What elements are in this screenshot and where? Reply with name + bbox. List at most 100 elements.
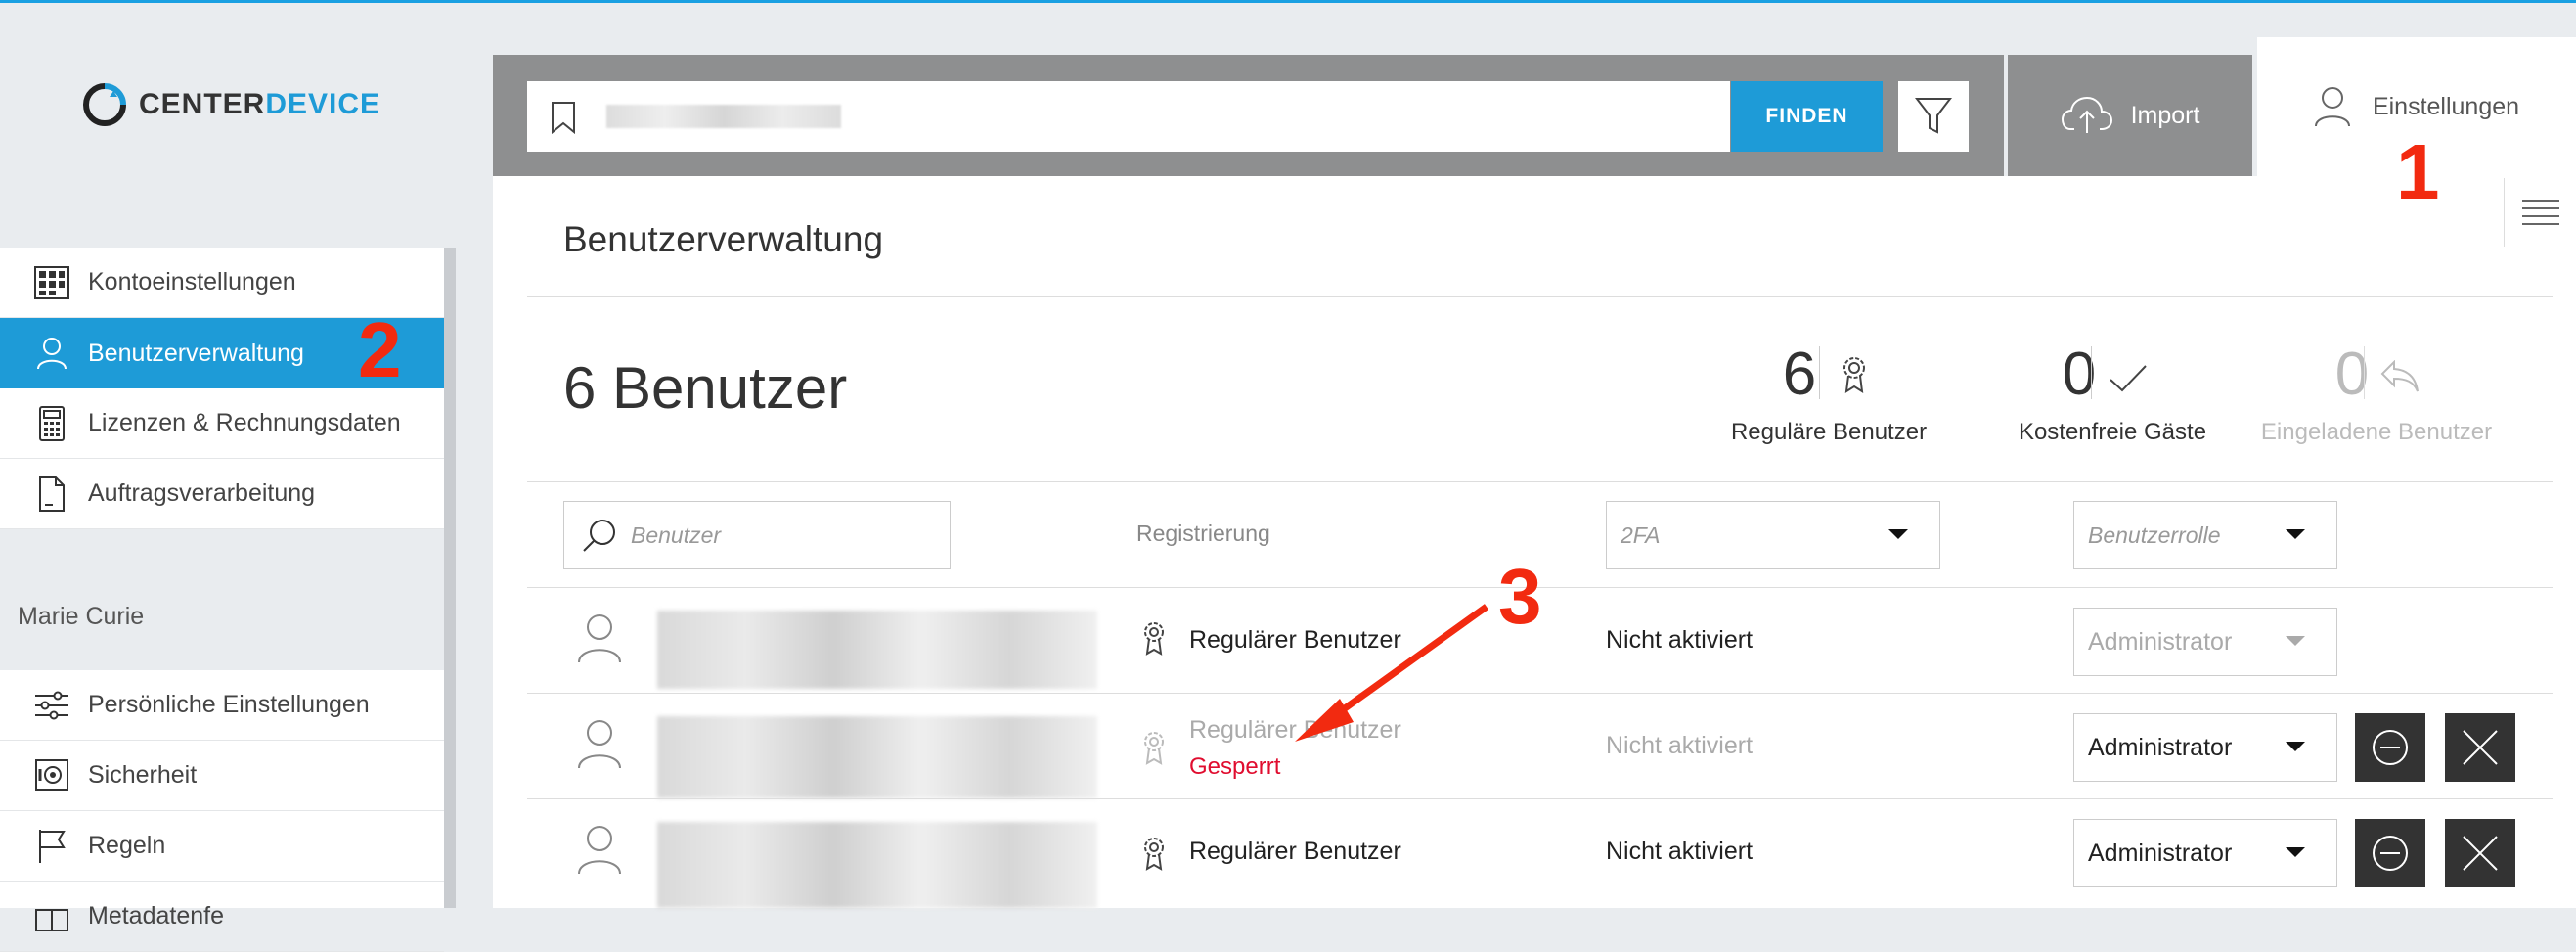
annotation-arrow	[1295, 604, 1489, 742]
role-value: Administrator	[2088, 733, 2233, 761]
search-icon	[582, 518, 617, 553]
chevron-down-icon	[2286, 636, 2305, 646]
calculator-icon	[33, 405, 70, 442]
role-value: Administrator	[2088, 839, 2233, 867]
lock-user-button[interactable]	[2355, 819, 2425, 887]
logo-text: CENTERDEVICE	[139, 88, 381, 120]
divider	[527, 296, 2553, 297]
sidebar-item-label: Lizenzen & Rechnungsdaten	[88, 409, 401, 436]
chevron-down-icon	[1888, 529, 1908, 539]
sidebar-item-label: Regeln	[88, 832, 166, 859]
filter-button[interactable]	[1898, 81, 1969, 152]
user-count-title: 6 Benutzer	[563, 355, 848, 421]
annotation-1: 1	[2396, 128, 2440, 215]
close-icon	[2461, 834, 2500, 873]
close-icon	[2461, 728, 2500, 767]
twofa-status: Nicht aktiviert	[1606, 732, 1754, 759]
delete-user-button[interactable]	[2445, 713, 2515, 782]
avatar	[577, 612, 622, 663]
import-label: Import	[2130, 101, 2200, 129]
user-name-redacted	[657, 822, 1097, 908]
annotation-3: 3	[1498, 553, 1542, 640]
award-icon	[1140, 836, 1168, 871]
user-name-redacted	[657, 611, 1097, 689]
chevron-down-icon	[2286, 847, 2305, 857]
sidebar-user-name: Marie Curie	[18, 603, 145, 630]
stat-value: 0	[2334, 340, 2370, 408]
sidebar-item-auftragsverarbeitung[interactable]: Auftragsverarbeitung	[0, 459, 444, 529]
twofa-filter-select[interactable]: 2FA	[1606, 501, 1940, 569]
find-button[interactable]: FINDEN	[1731, 81, 1883, 152]
avatar	[577, 824, 622, 875]
table-icon	[33, 898, 70, 935]
user-icon	[33, 335, 70, 372]
annotation-2: 2	[358, 306, 402, 393]
award-icon	[1839, 354, 1870, 393]
chevron-down-icon	[2286, 742, 2305, 751]
user-icon	[2314, 86, 2351, 127]
sidebar-item-label: Persönliche Einstellungen	[88, 691, 370, 718]
stat-separator	[2364, 346, 2365, 399]
award-icon	[1140, 620, 1168, 656]
role-value: Administrator	[2088, 627, 2233, 656]
minus-circle-icon	[2371, 834, 2410, 873]
sliders-icon	[33, 687, 70, 724]
user-name-redacted	[657, 716, 1097, 798]
logo-icon	[82, 82, 127, 127]
sidebar-item-label: Kontoeinstellungen	[88, 268, 296, 295]
stat-label: Reguläre Benutzer	[1730, 419, 1928, 445]
avatar	[577, 718, 622, 769]
locked-status: Gesperrt	[1189, 753, 1281, 780]
divider	[527, 481, 2553, 482]
divider	[527, 693, 2553, 694]
award-icon	[1140, 730, 1168, 765]
menu-button[interactable]	[2504, 178, 2576, 247]
logo[interactable]: CENTERDEVICE	[82, 82, 380, 127]
document-icon	[33, 476, 70, 513]
grid-icon	[33, 264, 70, 301]
sidebar-item-persoenliche-einstellungen[interactable]: Persönliche Einstellungen	[0, 670, 444, 741]
stat-value: 0	[2062, 340, 2097, 408]
stat-free-guests: 0 Kostenfreie Gäste	[1995, 344, 2230, 446]
sidebar-item-metadaten[interactable]: Metadatenfe	[0, 882, 444, 952]
search-value-redacted	[606, 105, 841, 128]
safe-icon	[33, 757, 70, 794]
sidebar-item-regeln[interactable]: Regeln	[0, 811, 444, 882]
import-button[interactable]: Import	[2008, 55, 2252, 176]
sidebar-section-gap	[0, 529, 444, 670]
role-select: Administrator	[2073, 608, 2337, 676]
sidebar-item-label: Auftragsverarbeitung	[88, 479, 316, 507]
sidebar-item-lizenzen[interactable]: Lizenzen & Rechnungsdaten	[0, 388, 444, 459]
stat-invited-users: 0 Eingeladene Benutzer	[2249, 344, 2504, 446]
sidebar-item-sicherheit[interactable]: Sicherheit	[0, 741, 444, 811]
role-select[interactable]: Administrator	[2073, 713, 2337, 782]
twofa-filter-placeholder: 2FA	[1621, 521, 1661, 548]
user-filter-input[interactable]: Benutzer	[563, 501, 951, 569]
role-filter-select[interactable]: Benutzerrolle	[2073, 501, 2337, 569]
sidebar-item-label: Metadatenfe	[88, 902, 224, 929]
cloud-upload-icon	[2061, 96, 2113, 135]
settings-label: Einstellungen	[2372, 92, 2520, 120]
reply-icon	[2380, 360, 2420, 393]
stat-regular-users: 6 Reguläre Benutzer	[1721, 344, 1936, 446]
unlock-user-button[interactable]	[2355, 713, 2425, 782]
twofa-status: Nicht aktiviert	[1606, 626, 1754, 654]
sidebar-item-label: Sicherheit	[88, 761, 198, 789]
sidebar-item-label: Benutzerverwaltung	[88, 339, 304, 367]
delete-user-button[interactable]	[2445, 819, 2515, 887]
chevron-down-icon	[2286, 529, 2305, 539]
stat-label: Eingeladene Benutzer	[2260, 419, 2493, 445]
top-accent-line	[0, 0, 2576, 3]
stat-separator	[1819, 346, 1820, 399]
sidebar-scrollbar[interactable]	[444, 248, 456, 908]
role-select[interactable]: Administrator	[2073, 819, 2337, 887]
filter-icon	[1915, 97, 1952, 136]
stat-separator	[2091, 346, 2092, 399]
user-filter-placeholder: Benutzer	[631, 521, 722, 548]
stat-label: Kostenfreie Gäste	[2018, 419, 2207, 445]
bookmark-icon[interactable]	[551, 101, 576, 134]
registration-column-label: Registrierung	[1136, 521, 1270, 546]
user-type: Regulärer Benutzer	[1189, 838, 1401, 865]
twofa-status: Nicht aktiviert	[1606, 838, 1754, 865]
minus-circle-icon	[2371, 728, 2410, 767]
